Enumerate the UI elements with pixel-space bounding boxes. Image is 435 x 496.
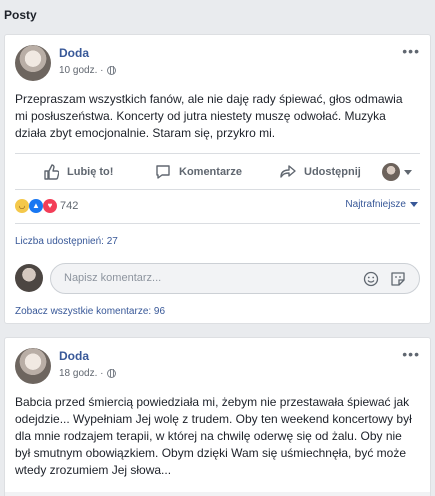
globe-icon [107, 369, 117, 378]
caret-down-icon [404, 169, 412, 175]
share-button[interactable]: Udostępnij [280, 164, 361, 180]
sad-reaction-icon: ◡ [15, 199, 29, 213]
sort-comments[interactable]: Najtrafniejsze [345, 199, 418, 210]
post-card: Doda 18 godz. · ••• Babcia przed śmierci… [4, 337, 431, 496]
author-avatar[interactable] [15, 348, 51, 384]
share-label: Udostępnij [304, 166, 361, 178]
identity-switcher[interactable] [382, 163, 412, 181]
comment-icon [156, 165, 170, 179]
emoji-icon[interactable] [363, 271, 379, 287]
author-name[interactable]: Doda [59, 349, 89, 363]
like-label: Lubię to! [67, 166, 114, 178]
post-text: Przepraszam wszystkich fanów, ale nie da… [15, 92, 403, 140]
post-time[interactable]: 10 godz. · [59, 65, 103, 76]
divider [15, 153, 420, 154]
globe-icon [107, 66, 117, 75]
love-reaction-icon: ♥ [43, 199, 57, 213]
author-name[interactable]: Doda [59, 46, 89, 60]
reaction-count: 742 [60, 200, 79, 212]
share-icon [280, 165, 296, 178]
comment-button[interactable]: Komentarze [155, 164, 242, 180]
divider [15, 223, 420, 224]
post-image[interactable] [5, 492, 430, 496]
author-avatar[interactable] [15, 45, 51, 81]
post-meta: 10 godz. · [59, 65, 117, 76]
comment-composer [15, 263, 420, 294]
post-time[interactable]: 18 godz. · [59, 368, 103, 379]
my-avatar [15, 264, 43, 292]
view-all-comments-link[interactable]: Zobacz wszystkie komentarze: 96 [15, 306, 165, 317]
comment-field [50, 263, 420, 294]
post-actions: Lubię to! Komentarze Udostępnij [15, 159, 420, 185]
comment-label: Komentarze [179, 166, 242, 178]
caret-down-icon [410, 202, 418, 207]
comment-input[interactable] [64, 272, 314, 284]
mini-avatar [382, 163, 400, 181]
sticker-icon[interactable] [390, 271, 406, 287]
section-title: Posty [4, 8, 37, 22]
reactions-summary[interactable]: ◡ ▲ ♥ 742 [15, 199, 78, 213]
like-reaction-icon: ▲ [29, 199, 43, 213]
sort-label: Najtrafniejsze [345, 199, 406, 210]
more-icon[interactable]: ••• [402, 43, 420, 59]
divider [15, 189, 420, 190]
more-icon[interactable]: ••• [402, 346, 420, 362]
like-button[interactable]: Lubię to! [43, 164, 113, 180]
share-count-link[interactable]: Liczba udostępnień: 27 [15, 236, 118, 247]
post-card: Doda 10 godz. · ••• Przepraszam wszystki… [4, 34, 431, 324]
post-text: Babcia przed śmiercią powiedziała mi, że… [15, 395, 412, 477]
like-icon [44, 164, 59, 180]
post-meta: 18 godz. · [59, 368, 117, 379]
